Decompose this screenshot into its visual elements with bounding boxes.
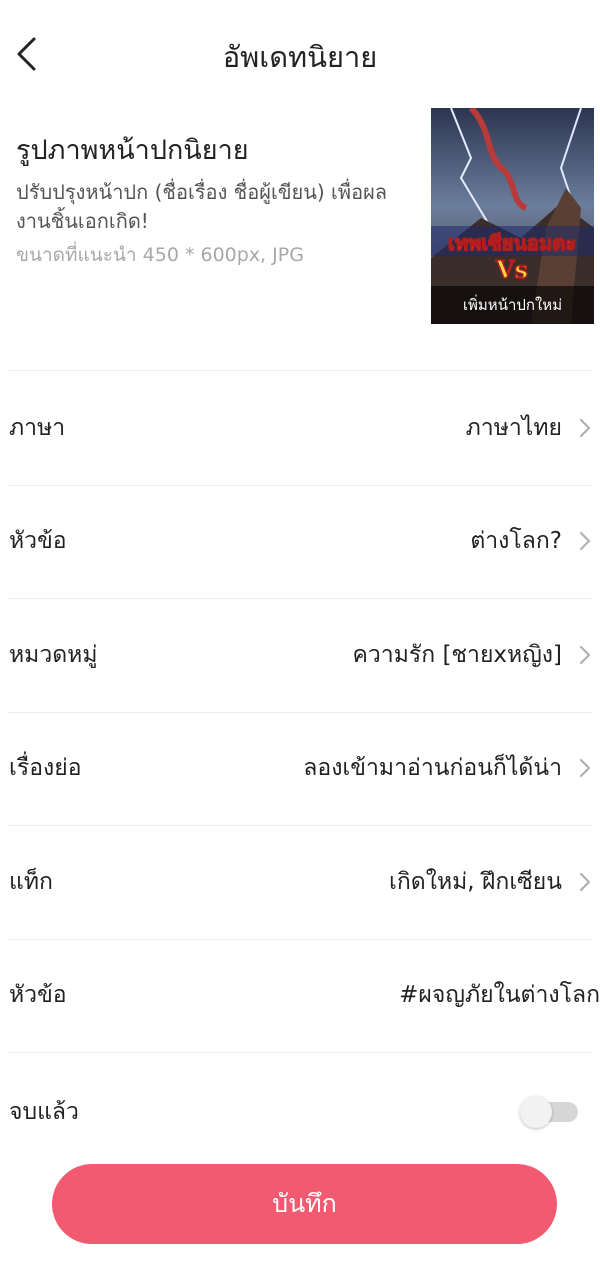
setting-label: หัวข้อ — [9, 982, 67, 1008]
chevron-right-icon — [574, 530, 596, 552]
setting-label: ภาษา — [9, 414, 66, 441]
completed-toggle[interactable] — [520, 1096, 578, 1128]
setting-value: #ผจญภัยในต่างโลก — [399, 982, 600, 1008]
setting-label: หมวดหมู่ — [9, 641, 98, 668]
save-button[interactable]: บันทึก — [52, 1164, 557, 1244]
page-title: อัพเดทนิยาย — [222, 40, 378, 74]
cover-image-vs-text: Vs — [495, 255, 528, 284]
cover-section: รูปภาพหน้าปกนิยาย ปรับปรุงหน้าปก (ชื่อเร… — [0, 108, 600, 370]
header: อัพเดทนิยาย — [0, 0, 600, 108]
setting-row-hashtag[interactable]: หัวข้อ #ผจญภัยในต่างโลก — [0, 939, 600, 1052]
cover-section-title: รูปภาพหน้าปกนิยาย — [16, 135, 249, 166]
chevron-right-icon — [574, 871, 596, 893]
setting-label: แท็ก — [9, 868, 53, 895]
cover-image[interactable]: เทพเซียนอมตะ Vs เพิ่มหน้าปกใหม่ — [431, 108, 594, 324]
setting-row-language[interactable]: ภาษา ภาษาไทย — [0, 371, 600, 484]
setting-row-synopsis[interactable]: เรื่องย่อ ลองเข้ามาอ่านก่อนก็ได้น่า — [0, 712, 600, 825]
cover-description: ปรับปรุงหน้าปก (ชื่อเรื่อง ชื่อผู้เขียน)… — [16, 180, 388, 233]
add-cover-badge[interactable]: เพิ่มหน้าปกใหม่ — [431, 286, 594, 324]
completed-row: จบแล้ว — [0, 1057, 600, 1167]
setting-row-tags[interactable]: แท็ก เกิดใหม่, ฝึกเซียน — [0, 825, 600, 938]
setting-value: ลองเข้ามาอ่านก่อนก็ได้น่า — [303, 755, 562, 781]
completed-label: จบแล้ว — [9, 1099, 79, 1125]
setting-row-topic[interactable]: หัวข้อ ต่างโลก? — [0, 485, 600, 598]
setting-value: ต่างโลก? — [470, 528, 562, 554]
divider — [8, 1052, 592, 1053]
setting-value: เกิดใหม่, ฝึกเซียน — [389, 868, 562, 895]
chevron-right-icon — [574, 757, 596, 779]
chevron-right-icon — [574, 644, 596, 666]
setting-value: ภาษาไทย — [465, 414, 562, 441]
setting-label: เรื่องย่อ — [9, 755, 82, 781]
cover-image-title-text: เทพเซียนอมตะ — [448, 231, 576, 255]
setting-value: ความรัก [ชายxหญิง] — [352, 641, 562, 668]
setting-label: หัวข้อ — [9, 528, 67, 554]
chevron-right-icon — [574, 417, 596, 439]
cover-size-hint: ขนาดที่แนะนำ 450 * 600px, JPG — [16, 244, 304, 266]
setting-row-category[interactable]: หมวดหมู่ ความรัก [ชายxหญิง] — [0, 598, 600, 711]
toggle-knob — [520, 1096, 552, 1128]
